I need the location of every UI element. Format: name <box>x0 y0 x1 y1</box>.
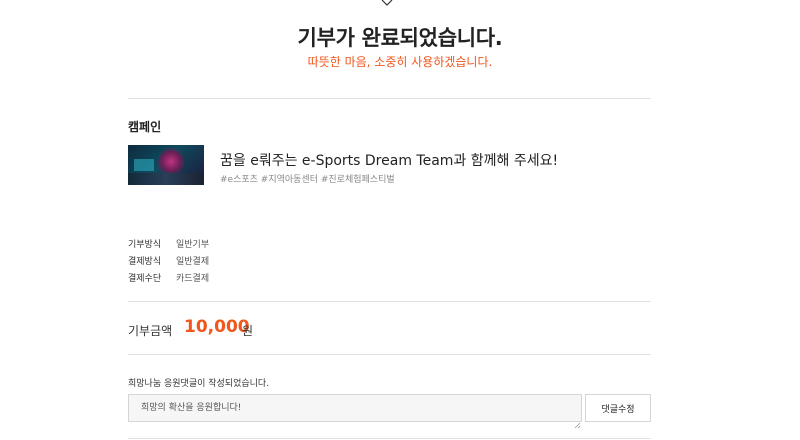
edit-comment-button[interactable]: 댓글수정 <box>585 394 651 422</box>
detail-value: 일반결제 <box>176 257 210 267</box>
amount-unit: 원 <box>242 324 254 338</box>
detail-row-payment-method: 결제방식 일반결제 <box>128 254 209 267</box>
amount-label: 기부금액 <box>128 324 173 338</box>
detail-label: 기부방식 <box>128 240 162 250</box>
top-decoration-icon <box>381 0 393 6</box>
page-subtitle: 따뜻한 마음, 소중히 사용하겠습니다. <box>307 55 493 69</box>
detail-value: 카드결제 <box>176 274 210 284</box>
divider <box>128 301 651 302</box>
detail-value: 일반기부 <box>176 240 210 250</box>
campaign-thumbnail[interactable] <box>128 145 204 185</box>
detail-label: 결제수단 <box>128 274 162 284</box>
campaign-section-label: 캠페인 <box>128 120 162 134</box>
detail-row-payment-means: 결제수단 카드결제 <box>128 271 209 284</box>
divider <box>128 438 651 439</box>
divider <box>128 354 651 355</box>
campaign-title[interactable]: 꿈을 e뤄주는 e-Sports Dream Team과 함께해 주세요! <box>220 150 558 170</box>
resize-grip-icon[interactable] <box>574 414 581 429</box>
detail-label: 결제방식 <box>128 257 162 267</box>
detail-row-donation-type: 기부방식 일반기부 <box>128 237 209 250</box>
thumbnail-screen <box>134 159 154 171</box>
page-title: 기부가 완료되었습니다. <box>297 26 503 50</box>
campaign-tags: #e스포츠 #지역아동센터 #진로체험페스티벌 <box>220 175 395 185</box>
divider <box>128 98 651 99</box>
comment-note: 희망나눔 응원댓글이 작성되었습니다. <box>128 379 270 389</box>
comment-input[interactable]: 희망의 확산을 응원합니다! <box>128 394 582 422</box>
thumbnail-desk <box>128 173 204 185</box>
amount-value: 10,000 <box>184 317 250 337</box>
